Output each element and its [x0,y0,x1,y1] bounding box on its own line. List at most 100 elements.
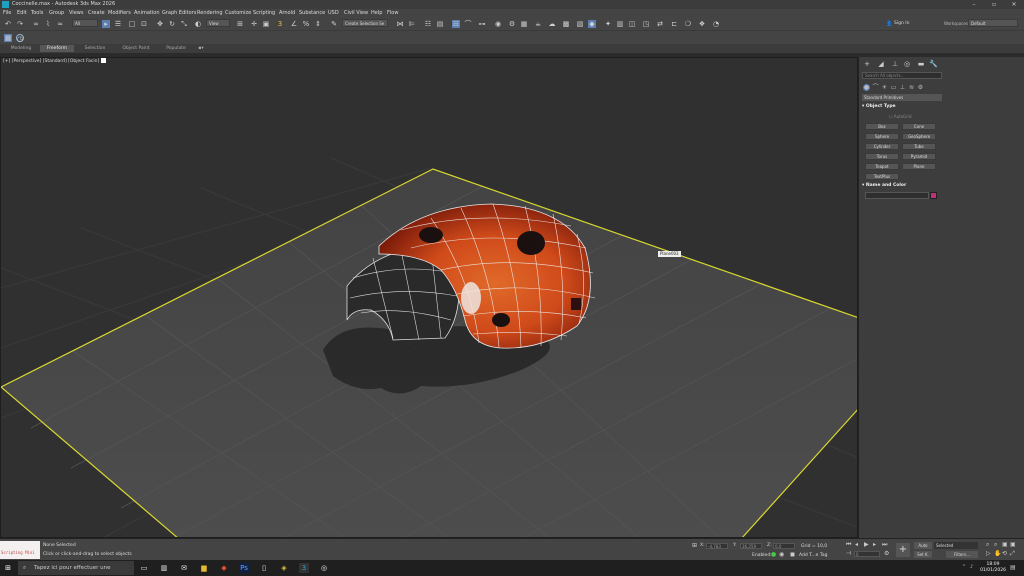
explorer-icon[interactable]: ▥ [159,563,169,573]
render-icon[interactable]: ☕ [534,20,542,28]
prev-frame-icon[interactable]: ◂ [855,541,858,548]
time-tag-icon[interactable]: ◉ [779,551,784,558]
next-frame-icon[interactable]: ▸ [873,541,876,548]
textplus-button[interactable]: TextPlus [865,173,899,180]
menu-substance[interactable]: Substance [299,9,325,17]
select-manipulate-icon[interactable]: ✛ [250,20,258,28]
set-key-big-icon[interactable]: + [896,543,910,557]
window-crossing-icon[interactable]: ⊡ [140,20,148,28]
time-config-icon[interactable]: ⚙ [884,550,889,557]
x-coord-field[interactable]: -4,783 [706,543,728,549]
app-icon-yellow[interactable]: ◈ [279,563,289,573]
motion-tab-icon[interactable]: ◎ [903,60,911,68]
goto-end-icon[interactable]: ⏭ [882,541,887,549]
cone-button[interactable]: Cone [902,123,936,130]
object-type-rollout[interactable]: ▾ Object Type [862,104,942,110]
arnold-toolbar-icon[interactable]: ◫ [628,20,636,28]
photoshop-icon[interactable]: Ps [239,563,249,573]
menu-file[interactable]: File [3,9,11,17]
teapot-button[interactable]: Teapot [865,163,899,170]
usd-export-icon[interactable]: ⇄ [656,20,664,28]
add-time-tag[interactable]: Add T...e Tag [799,553,827,558]
rect-selection-icon[interactable]: □ [128,20,136,28]
mirror-icon[interactable]: ⋈ [396,20,404,28]
zoom-all-icon[interactable]: ⌕ [994,541,997,549]
place-icon[interactable]: ◐ [194,20,202,28]
menu-scripting[interactable]: Scripting [253,9,275,17]
display-tab-icon[interactable]: ▬ [917,60,925,68]
tab-object-paint[interactable]: Object Paint [116,45,156,52]
rendered-frame-icon[interactable]: ▦ [520,20,528,28]
box-button[interactable]: Box [865,123,899,130]
rotate-icon[interactable]: ↻ [168,20,176,28]
viewport-label[interactable]: [+] [Perspective] [Standard] [Object Fac… [3,58,107,64]
named-selection-dropdown[interactable]: Create Selection Se [342,19,388,27]
zoom-extents-all-icon[interactable]: ▣ [1010,541,1016,548]
menu-views[interactable]: Views [69,9,83,17]
cylinder-button[interactable]: Cylinder [865,143,899,150]
lights-icon[interactable]: ☀ [881,84,888,91]
tube-button[interactable]: Tube [902,143,936,150]
scene-explorer-toggle-icon[interactable]: ▦ [4,34,12,42]
set-key-button[interactable]: Set K. [914,551,932,558]
systems-icon[interactable]: ⚙ [917,84,924,91]
isolate-icon[interactable]: ⊞ [692,542,697,549]
menu-animation[interactable]: Animation [134,9,160,17]
compass-icon[interactable]: ◷ [16,34,24,43]
scale-icon[interactable]: ⤡ [180,20,188,28]
play-icon[interactable]: ▶ [864,541,869,548]
geometry-icon[interactable]: ● [863,84,870,91]
feedback-icon[interactable]: ❖ [698,20,706,28]
minimize-button[interactable]: – [964,0,984,9]
close-button[interactable]: ✕ [1004,0,1024,9]
y-coord-field[interactable]: 36,259 [740,543,762,549]
unlink-icon[interactable]: ⌇ [44,20,52,28]
task-view-icon[interactable]: ▭ [139,563,149,573]
render-setup-icon[interactable]: ⚙ [508,20,516,28]
current-frame-field[interactable]: 0 [854,551,880,557]
toggle-ribbon-icon[interactable]: ▤ [436,20,444,28]
scene-explorer-icon[interactable]: ⊟ [452,20,460,28]
tray-chevron-icon[interactable]: ⌃ [962,564,966,570]
undo-icon[interactable]: ↶ [4,20,12,28]
move-icon[interactable]: ✥ [156,20,164,28]
zoom-extents-icon[interactable]: ▣ [1002,541,1008,548]
tab-selection[interactable]: Selection [78,45,112,52]
menu-civil-view[interactable]: Civil View [344,9,368,17]
hierarchy-tab-icon[interactable]: ⊥ [891,60,899,68]
orbit-icon[interactable]: ⟲ [1002,550,1007,557]
select-by-name-icon[interactable]: ☰ [114,20,122,28]
render-online-icon[interactable]: ☁ [548,20,556,28]
maximize-button[interactable]: ▫ [984,0,1004,9]
arnold-ipr-icon[interactable]: ▥ [616,20,624,28]
time-tag-enabled-icon[interactable]: ● [771,551,776,558]
percent-snap-icon[interactable]: % [302,20,310,28]
workspaces-dropdown[interactable]: Default [968,19,1018,27]
usd-stage-icon[interactable]: ⊏ [670,20,678,28]
align-icon[interactable]: ⊫ [408,20,416,28]
ribbon-options-icon[interactable]: ▪▾ [196,45,206,52]
arnold-render-icon[interactable]: ◆ [588,20,596,28]
obs-icon[interactable]: ◎ [319,563,329,573]
link-icon[interactable]: ∞ [32,20,40,28]
menu-flow[interactable]: Flow [387,9,398,17]
user-icon[interactable]: 👤 [886,21,892,27]
object-name-field[interactable] [865,192,929,199]
maximize-viewport-icon[interactable]: ⤢ [1010,550,1015,558]
tab-modeling[interactable]: Modeling [4,45,38,52]
utilities-tab-icon[interactable]: 🔧 [929,60,938,68]
menu-arnold[interactable]: Arnold [279,9,295,17]
taskbar-search[interactable]: ⌕ Tapez ici pour effectuer une [18,561,134,575]
torus-button[interactable]: Torus [865,153,899,160]
goto-start-icon[interactable]: ⏮ [846,541,851,549]
named-selection-icon[interactable]: ✎ [330,20,338,28]
menu-edit[interactable]: Edit [17,9,27,17]
z-coord-field[interactable]: 0,0 [773,543,795,549]
folder-icon[interactable]: ▆ [199,563,209,573]
cameras-icon[interactable]: ▭ [890,84,897,91]
arnold-light-icon[interactable]: ✦ [604,20,612,28]
substance-icon[interactable]: ◳ [642,20,650,28]
selected-dropdown[interactable]: Selected [934,542,978,549]
environment-icon[interactable]: ▩ [562,20,570,28]
menu-rendering[interactable]: Rendering [197,9,223,17]
